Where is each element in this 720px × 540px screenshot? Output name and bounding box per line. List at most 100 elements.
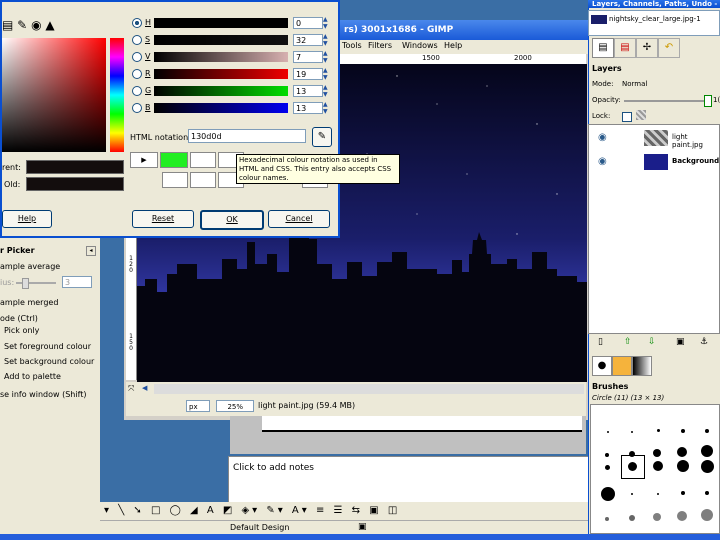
menu-filters[interactable]: Filters (368, 41, 392, 50)
brush-item[interactable] (701, 509, 713, 521)
brush-item[interactable] (677, 447, 687, 457)
history-arrow-button[interactable]: ▶ (130, 152, 158, 168)
v-spin-arrows-icon[interactable]: ▲ ▼ (323, 50, 330, 64)
lower-layer-icon[interactable]: ⇩ (648, 334, 656, 350)
history-swatch-green[interactable] (160, 152, 188, 168)
tab-brushes[interactable]: ● (592, 356, 612, 376)
radius-slider-thumb[interactable] (22, 278, 29, 289)
g-slider[interactable] (154, 86, 288, 96)
brush-item[interactable] (677, 460, 689, 472)
h-radio[interactable] (132, 18, 142, 28)
help-button[interactable]: Help (2, 210, 52, 228)
brush-item[interactable] (629, 515, 635, 521)
tab-layers[interactable]: ▤ (592, 38, 614, 58)
set-bg-radio[interactable]: Set background colour (4, 357, 94, 366)
set-fg-radio[interactable]: Set foreground colour (4, 342, 91, 351)
brush-grid[interactable] (590, 404, 720, 534)
s-slider[interactable] (154, 35, 288, 45)
brush-item[interactable] (653, 461, 663, 471)
lock-alpha-icon[interactable] (636, 110, 646, 120)
eyedropper-button-icon[interactable]: ✎ (312, 127, 332, 147)
tab-patterns[interactable] (612, 356, 632, 376)
info-window-check[interactable]: se info window (Shift) (0, 390, 87, 399)
lock-pixels-check[interactable] (622, 112, 632, 122)
zoom-select[interactable]: 25% (216, 400, 254, 412)
b-slider[interactable] (154, 103, 288, 113)
menu-windows[interactable]: Windows (402, 41, 438, 50)
v-radio[interactable] (132, 52, 142, 62)
brush-item[interactable] (657, 429, 660, 432)
g-spin-arrows-icon[interactable]: ▲ ▼ (323, 84, 330, 98)
image-select[interactable]: nightsky_clear_large.jpg-1 (588, 10, 720, 36)
opacity-value[interactable]: 1( (713, 96, 720, 104)
s-radio[interactable] (132, 35, 142, 45)
brush-item[interactable] (628, 462, 637, 471)
brush-item[interactable] (701, 460, 714, 473)
opacity-slider[interactable] (624, 100, 708, 102)
h-slider[interactable] (154, 18, 288, 28)
tab-paths[interactable]: ✢ (636, 38, 658, 58)
brush-item[interactable] (607, 431, 609, 433)
duplicate-layer-icon[interactable]: ▣ (676, 334, 685, 350)
v-spin[interactable]: 7 (293, 51, 323, 63)
nav-corner-icon[interactable]: ⤧ (128, 384, 138, 394)
menu-help[interactable]: Help (444, 41, 462, 50)
history-swatch[interactable] (190, 152, 216, 168)
b-spin-arrows-icon[interactable]: ▲ ▼ (323, 101, 330, 115)
opacity-slider-thumb[interactable] (704, 95, 712, 107)
h-spin-arrows-icon[interactable]: ▲ ▼ (323, 16, 330, 30)
g-spin[interactable]: 13 (293, 85, 323, 97)
r-spin[interactable]: 19 (293, 68, 323, 80)
eye-icon[interactable]: ◉ (598, 132, 607, 143)
v-slider[interactable] (154, 52, 288, 62)
hue-strip[interactable] (110, 38, 124, 152)
anchor-layer-icon[interactable]: ⚓ (700, 334, 708, 350)
pick-only-radio[interactable]: Pick only (4, 326, 39, 335)
brush-item[interactable] (705, 491, 709, 495)
color-tool-icons[interactable]: ▤ ✎ ◉ ▲ (2, 16, 98, 34)
g-radio[interactable] (132, 86, 142, 96)
b-spin[interactable]: 13 (293, 102, 323, 114)
layer-row[interactable]: ◉ light paint.jpg (588, 128, 720, 150)
cancel-button[interactable]: Cancel (268, 210, 330, 228)
r-slider[interactable] (154, 69, 288, 79)
new-layer-icon[interactable]: ▯ (598, 334, 603, 350)
saturation-value-square[interactable] (2, 38, 106, 152)
history-swatch[interactable] (190, 172, 216, 188)
hscroll-left-arrow-icon[interactable]: ◀ (142, 384, 152, 394)
s-spin[interactable]: 32 (293, 34, 323, 46)
mode-value[interactable]: Normal (622, 80, 647, 88)
r-spin-arrows-icon[interactable]: ▲ ▼ (323, 67, 330, 81)
h-spin[interactable]: 0 (293, 17, 323, 29)
sample-average-check[interactable]: ample average (0, 262, 60, 271)
tab-gradients[interactable] (632, 356, 652, 376)
brush-item[interactable] (681, 491, 685, 495)
radius-spin[interactable]: 3 (62, 276, 92, 288)
panel-menu-icon[interactable]: ◂ (86, 246, 96, 256)
brush-item[interactable] (653, 513, 661, 521)
brush-item[interactable] (653, 449, 661, 457)
brush-item[interactable] (677, 511, 687, 521)
r-radio[interactable] (132, 69, 142, 79)
brush-item[interactable] (631, 493, 633, 495)
draw-tools-icons[interactable]: ▾ ╲ ➘ □ ◯ ◢ A ◩ ◈▾ ✎▾ A▾ ≡ ☰ ⇆ ▣ ◫ (100, 505, 400, 516)
eye-icon[interactable]: ◉ (598, 156, 607, 167)
html-notation-input[interactable]: 130d0d (188, 129, 306, 143)
doc-icon[interactable]: ▣ (358, 522, 367, 532)
layer-row[interactable]: ◉ Background (588, 152, 720, 174)
notes-pane[interactable]: Click to add notes (228, 456, 590, 504)
add-palette-radio[interactable]: Add to palette (4, 372, 61, 381)
reset-button[interactable]: Reset (132, 210, 194, 228)
brush-item[interactable] (605, 453, 609, 457)
b-radio[interactable] (132, 103, 142, 113)
brush-item[interactable] (681, 429, 685, 433)
brush-item[interactable] (631, 431, 633, 433)
menu-tools[interactable]: Tools (342, 41, 362, 50)
ok-button[interactable]: OK (200, 210, 264, 230)
brush-item[interactable] (705, 429, 709, 433)
brush-item[interactable] (601, 487, 615, 501)
horizontal-scrollbar[interactable] (154, 384, 584, 394)
tab-undo[interactable]: ↶ (658, 38, 680, 58)
s-spin-arrows-icon[interactable]: ▲ ▼ (323, 33, 330, 47)
unit-select[interactable]: px (186, 400, 210, 412)
